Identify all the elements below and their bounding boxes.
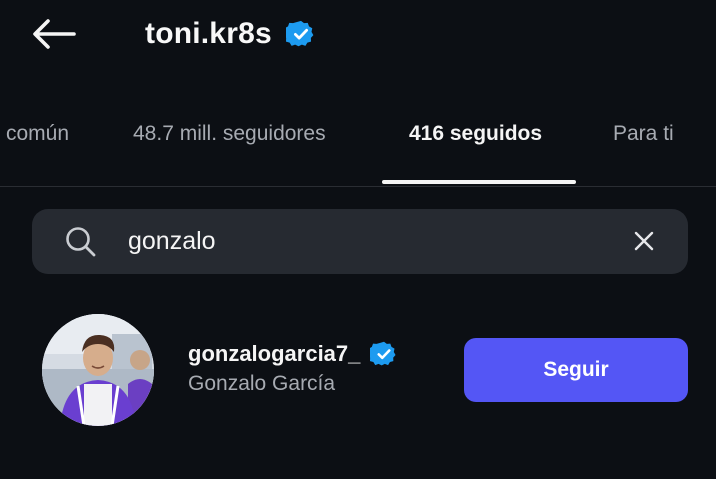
avatar[interactable] xyxy=(42,314,154,426)
username[interactable]: gonzalogarcia7_ xyxy=(188,341,360,367)
follow-button[interactable]: Seguir xyxy=(464,338,688,402)
search-icon xyxy=(66,227,96,257)
search-input[interactable] xyxy=(128,221,608,261)
list-item[interactable]: gonzalogarcia7_ Gonzalo García Seguir xyxy=(0,310,716,432)
full-name: Gonzalo García xyxy=(188,372,336,395)
username-line: gonzalogarcia7_ xyxy=(188,340,398,368)
search-bar xyxy=(32,209,688,274)
tab-following[interactable]: 416 seguidos xyxy=(409,122,542,146)
close-icon xyxy=(634,231,654,251)
tab-followers[interactable]: 48.7 mill. seguidores xyxy=(133,122,326,146)
clear-search-button[interactable] xyxy=(630,227,658,255)
arrow-left-icon xyxy=(33,19,76,49)
header: toni.kr8s xyxy=(0,0,716,70)
back-button[interactable] xyxy=(26,12,82,56)
tab-for-you[interactable]: Para ti xyxy=(613,122,674,146)
verified-badge-icon xyxy=(285,19,316,49)
app-screen: toni.kr8s común 48.7 mill. seguidores 41… xyxy=(0,0,716,479)
tab-bar: común 48.7 mill. seguidores 416 seguidos… xyxy=(0,100,716,187)
tab-common[interactable]: común xyxy=(6,122,69,146)
page-title: toni.kr8s xyxy=(145,17,272,50)
profile-title-group: toni.kr8s xyxy=(145,12,316,56)
active-tab-indicator xyxy=(382,180,576,184)
user-info[interactable]: gonzalogarcia7_ Gonzalo García xyxy=(188,340,398,396)
verified-badge-icon xyxy=(370,340,398,368)
